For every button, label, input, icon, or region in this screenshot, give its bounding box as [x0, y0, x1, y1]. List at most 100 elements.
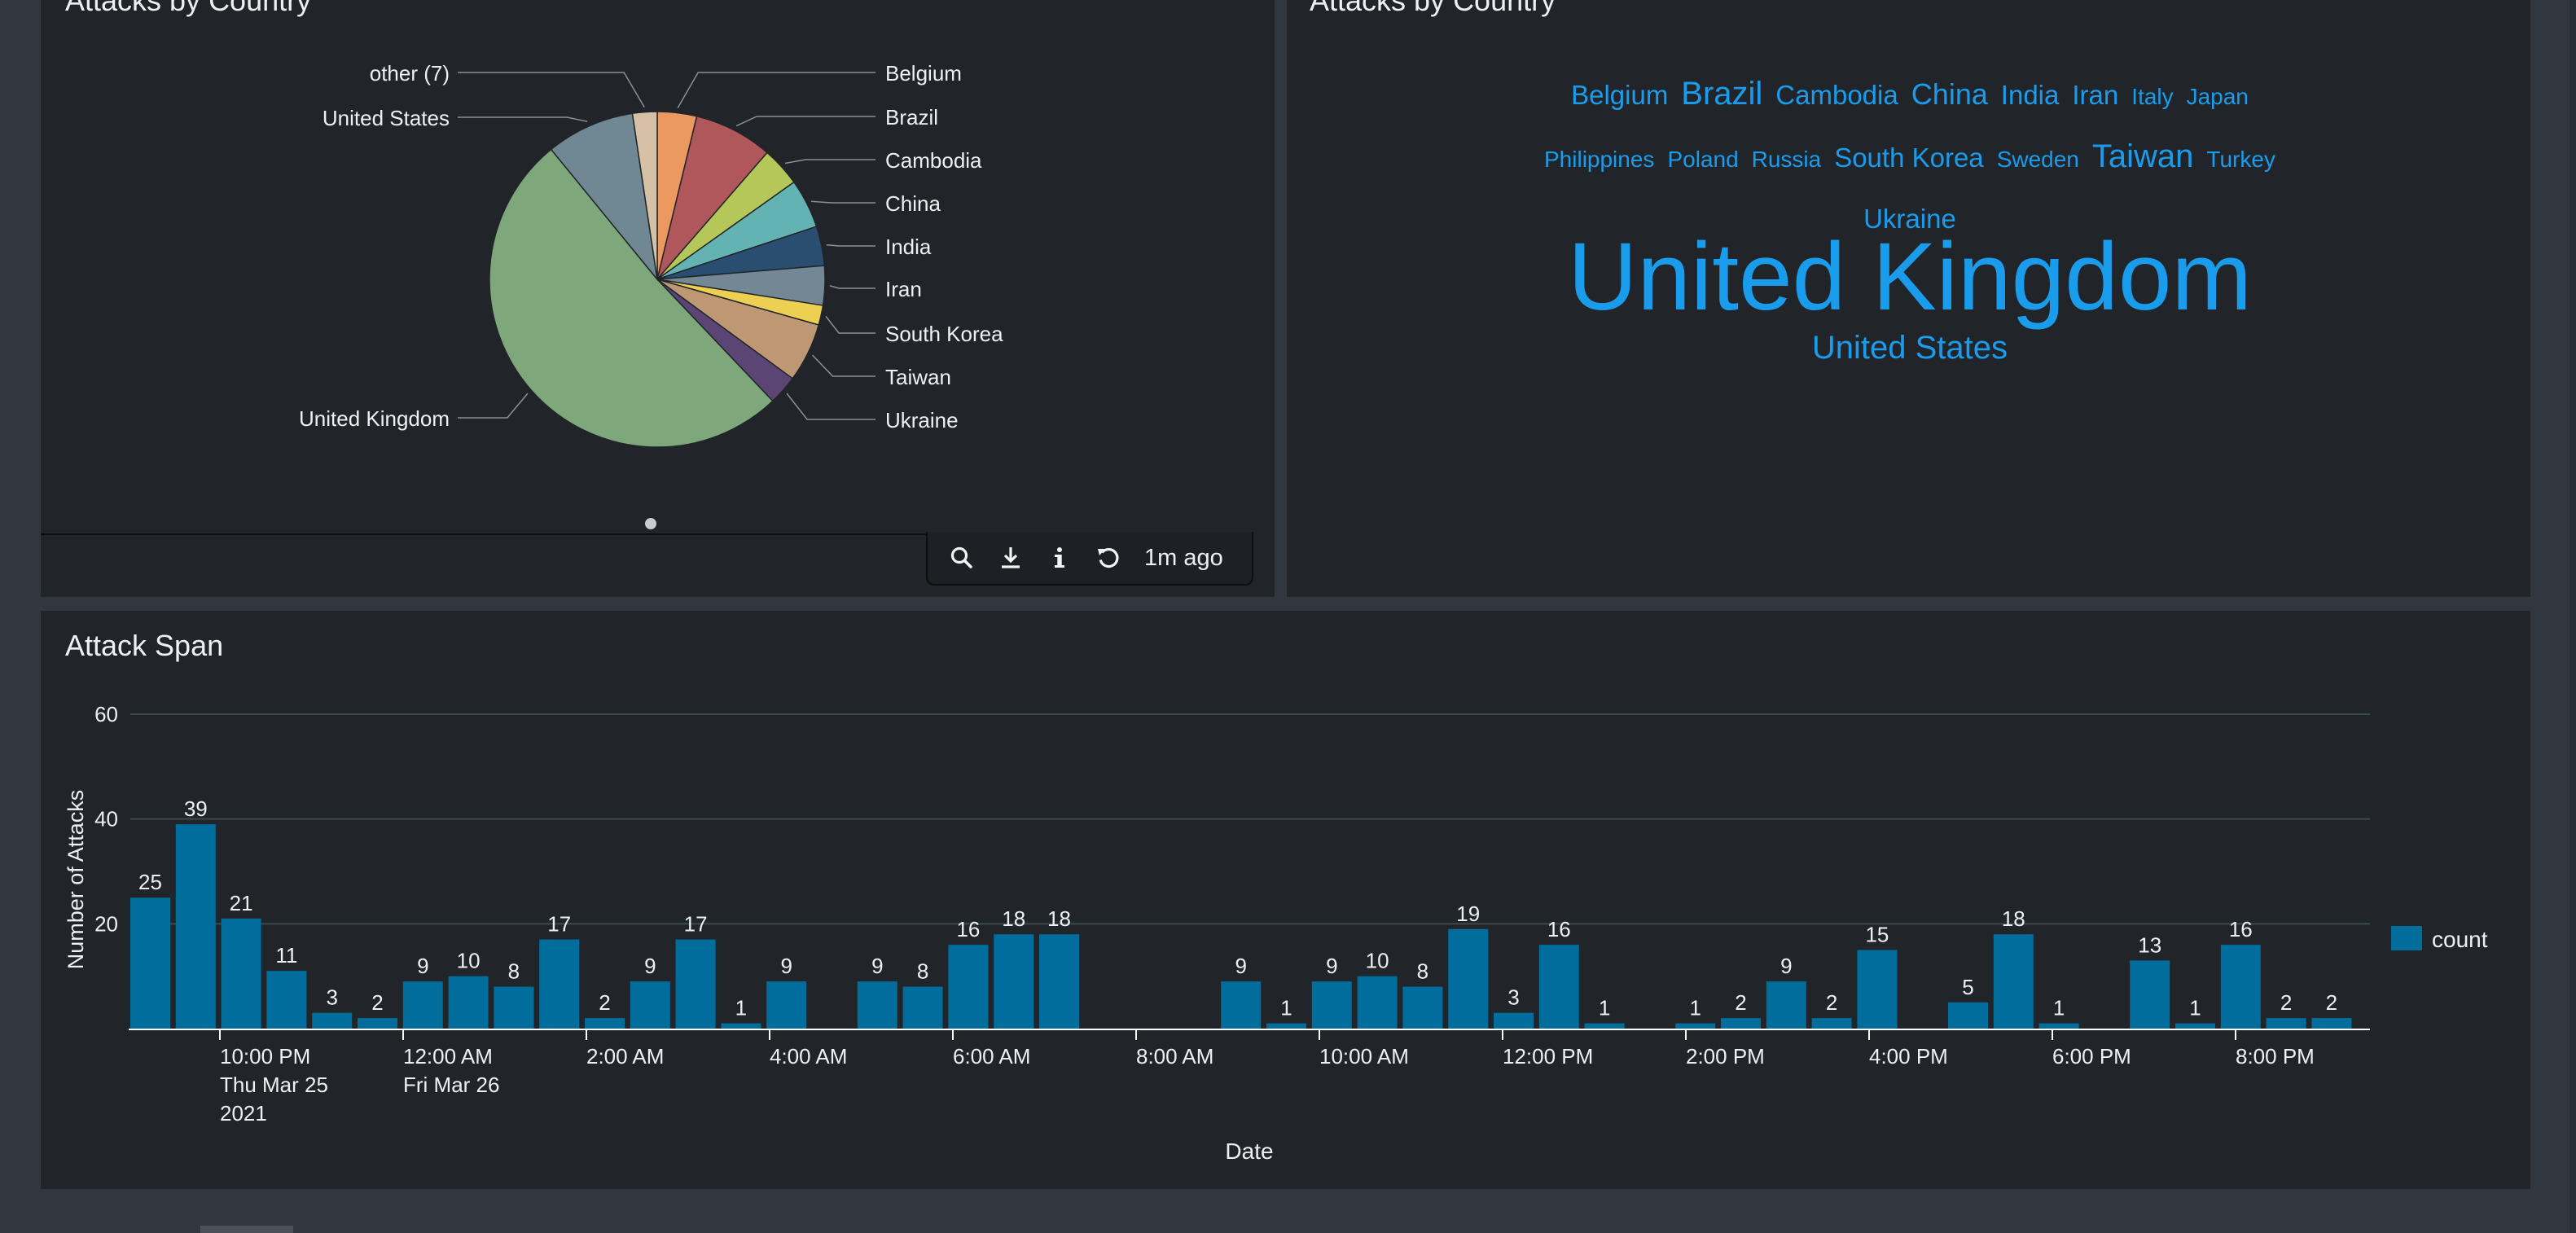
x-tick-label: 6:00 PM — [2052, 1044, 2131, 1068]
download-icon[interactable] — [986, 533, 1035, 582]
bar-value-label: 5 — [1962, 975, 1973, 999]
pie-label: India — [885, 235, 932, 259]
pie-leader-line — [458, 72, 645, 108]
x-tick-label: 12:00 PM — [1503, 1044, 1593, 1068]
bar — [2220, 945, 2261, 1029]
pie-leader-line — [784, 159, 875, 165]
bar — [402, 981, 443, 1029]
word-cloud-item: Poland — [1668, 147, 1739, 172]
info-icon[interactable] — [1035, 533, 1084, 582]
y-axis-title: Number of Attacks — [64, 790, 88, 970]
pie-label: Taiwan — [885, 365, 951, 389]
bar — [312, 1012, 353, 1029]
bar — [1357, 976, 1398, 1029]
bar-value-label: 39 — [184, 796, 208, 821]
bar-value-label: 21 — [230, 891, 253, 915]
bar — [494, 986, 534, 1029]
bar — [1039, 934, 1079, 1029]
bar-value-label: 8 — [1417, 959, 1428, 984]
pie-leader-line — [825, 315, 875, 334]
bar — [948, 945, 989, 1029]
bar-value-label: 3 — [1507, 985, 1519, 1010]
word-cloud-item: Brazil — [1681, 76, 1762, 112]
scrollbar-thumb[interactable] — [200, 1226, 293, 1233]
y-tick-label: 20 — [94, 911, 118, 936]
pie-label: South Korea — [885, 322, 1003, 346]
bar-value-label: 9 — [1780, 954, 1792, 978]
bar — [1721, 1018, 1761, 1029]
pie-label: Brazil — [885, 105, 938, 129]
bar — [2175, 1023, 2215, 1029]
y-tick-label: 40 — [94, 807, 118, 832]
pie-label: Cambodia — [885, 148, 982, 173]
bar — [2038, 1023, 2079, 1029]
search-icon[interactable] — [937, 533, 986, 582]
bar-value-label: 9 — [1235, 954, 1246, 978]
bar-value-label: 3 — [326, 985, 337, 1010]
bar-value-label: 17 — [684, 912, 708, 937]
bar — [721, 1023, 761, 1029]
bar-value-label: 15 — [1865, 923, 1889, 947]
bar — [1766, 981, 1806, 1029]
x-tick-label: 4:00 PM — [1869, 1044, 1948, 1068]
bar — [175, 824, 216, 1029]
bar-value-label: 9 — [417, 954, 428, 978]
bar-value-label: 16 — [956, 917, 980, 941]
bar — [1584, 1023, 1625, 1029]
x-tick-label: 8:00 PM — [2236, 1044, 2315, 1068]
x-tick-label: Fri Mar 26 — [403, 1073, 499, 1097]
pagination-dot[interactable] — [645, 518, 656, 529]
bar — [675, 939, 716, 1029]
x-tick-label: 12:00 AM — [403, 1044, 493, 1068]
word-cloud-item: Cambodia — [1775, 80, 1898, 110]
bar — [1993, 934, 2034, 1029]
bar-value-label: 9 — [780, 954, 792, 978]
bar — [1448, 928, 1489, 1029]
word-cloud-item: South Korea — [1834, 143, 1984, 173]
x-axis-title: Date — [1225, 1139, 1273, 1164]
x-tick-label: 10:00 AM — [1319, 1044, 1409, 1068]
bar — [358, 1018, 397, 1029]
bar-value-label: 10 — [1366, 949, 1389, 973]
bar — [1266, 1023, 1306, 1029]
pie-label: United Kingdom — [299, 406, 450, 431]
word-cloud-item: Japan — [2187, 84, 2249, 109]
word-cloud: Belgium Brazil Cambodia China India Iran Italy… — [1544, 76, 2275, 366]
bar-value-label: 25 — [138, 870, 162, 894]
attack-span-panel: Attack Span 20 40 60 25 39 21 11 3 2 9 10 8 17 2 9 17 1 9… — [41, 611, 2530, 1189]
word-cloud-item: Philippines — [1544, 147, 1654, 172]
x-tick-label: Thu Mar 25 — [220, 1073, 328, 1097]
pie-label: Iran — [885, 277, 922, 301]
bar — [857, 981, 897, 1029]
x-tick-label: 8:00 AM — [1136, 1044, 1213, 1068]
bar — [1494, 1012, 1534, 1029]
bar-value-label: 1 — [1689, 996, 1701, 1020]
bar — [994, 934, 1034, 1029]
bar-value-label: 9 — [644, 954, 656, 978]
bar — [539, 939, 580, 1029]
word-cloud-item: China — [1911, 77, 1989, 111]
pie-leader-line — [735, 116, 875, 127]
word-cloud-item: United States — [1812, 330, 2008, 366]
bar — [1857, 950, 1898, 1029]
pie-leader-line — [458, 393, 529, 419]
pie-label: other (7) — [370, 61, 450, 86]
bar — [448, 976, 489, 1029]
refresh-icon[interactable] — [1084, 533, 1133, 582]
bar — [2266, 1018, 2306, 1029]
x-tick-label: 2:00 PM — [1686, 1044, 1765, 1068]
bar-value-label: 16 — [1547, 917, 1571, 941]
bar — [1311, 981, 1352, 1029]
bar-value-label: 18 — [1002, 906, 1025, 931]
bar — [766, 981, 807, 1029]
bar — [902, 986, 943, 1029]
bar-value-label: 19 — [1456, 902, 1480, 926]
word-cloud-item: Taiwan — [2092, 138, 2194, 174]
bar-value-label: 16 — [2229, 917, 2253, 941]
pie-leader-line — [677, 72, 875, 108]
bar — [2130, 960, 2170, 1029]
word-cloud-item: Iran — [2072, 80, 2118, 110]
pie-label: United States — [323, 106, 450, 130]
bar-value-label: 1 — [2189, 996, 2201, 1020]
bar — [630, 981, 670, 1029]
